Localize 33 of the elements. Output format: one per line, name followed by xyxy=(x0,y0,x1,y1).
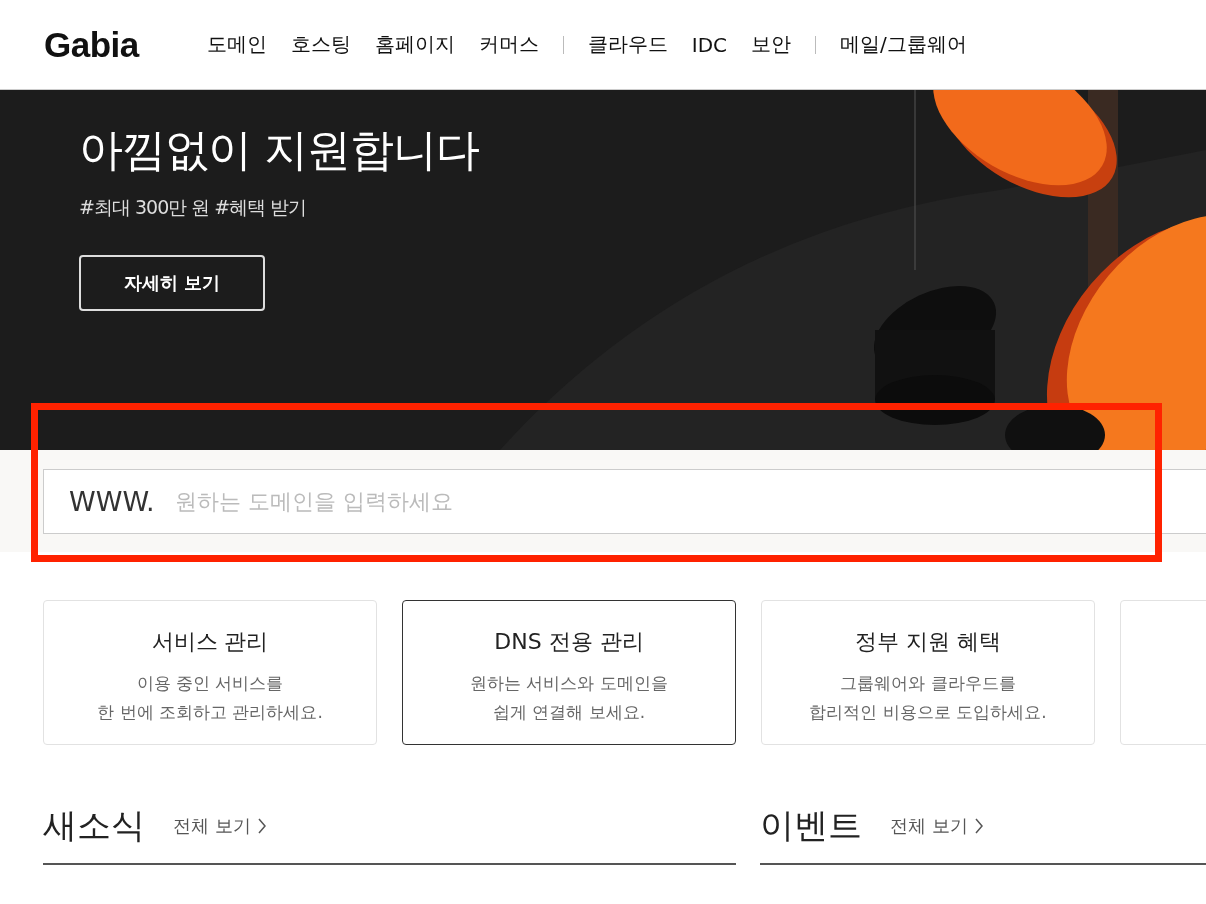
card-title: 정부 지원 혜택 xyxy=(855,628,1001,656)
card-description: 한 번에 조회하고 관리하세요. xyxy=(97,701,323,724)
hero-tags: #최대 300만 원 #혜택 받기 xyxy=(79,194,307,221)
nav-item[interactable]: 호스팅 xyxy=(290,31,351,58)
service-card[interactable]: 서비스 관리 이용 중인 서비스를 한 번에 조회하고 관리하세요. xyxy=(43,600,377,745)
card-description: 그룹웨어와 클라우드를 xyxy=(840,672,1016,695)
www-prefix: WWW. xyxy=(69,485,155,517)
view-all-link[interactable]: 전체 보기 xyxy=(173,814,267,838)
chevron-icon xyxy=(973,817,984,835)
nav-item[interactable]: 클라우드 xyxy=(587,31,668,58)
nav-item[interactable]: IDC xyxy=(691,32,728,57)
service-card[interactable]: DNS 전용 관리 원하는 서비스와 도메인을 쉽게 연결해 보세요. xyxy=(402,600,736,745)
card-description: 쉽게 연결해 보세요. xyxy=(492,701,646,724)
card-title: 서비스 관리 xyxy=(151,628,269,656)
card-description: 합리적인 비용으로 도입하세요. xyxy=(809,701,1047,724)
logo[interactable]: Gabia xyxy=(44,24,139,65)
chevron-icon xyxy=(256,817,267,835)
domain-search-field[interactable]: WWW. 원하는 도메인을 입력하세요 xyxy=(43,468,1206,534)
section-title: 이벤트 xyxy=(760,804,862,847)
nav-item[interactable]: 메일/그룹웨어 xyxy=(840,31,967,58)
nav-item[interactable]: 도메인 xyxy=(206,31,267,58)
details-button[interactable]: 자세히 보기 xyxy=(79,254,265,311)
domain-input[interactable]: 원하는 도메인을 입력하세요 xyxy=(172,487,1206,515)
view-all-link[interactable]: 전체 보기 xyxy=(890,814,984,838)
card-title: DNS 전용 관리 xyxy=(494,628,644,656)
nav-item[interactable]: 보안 xyxy=(751,31,792,58)
nav-item[interactable]: 커머스 xyxy=(478,31,539,58)
service-card[interactable]: 정부 지원 혜택 그룹웨어와 클라우드를 합리적인 비용으로 도입하세요. xyxy=(761,600,1095,745)
card-description: 이용 중인 서비스를 xyxy=(136,672,284,695)
hero-title: 아낌없이 지원합니다 xyxy=(79,124,479,177)
nav-item[interactable]: 홈페이지 xyxy=(374,31,455,58)
card-description: 원하는 서비스와 도메인을 xyxy=(470,672,668,695)
section-title: 새소식 xyxy=(43,804,145,847)
